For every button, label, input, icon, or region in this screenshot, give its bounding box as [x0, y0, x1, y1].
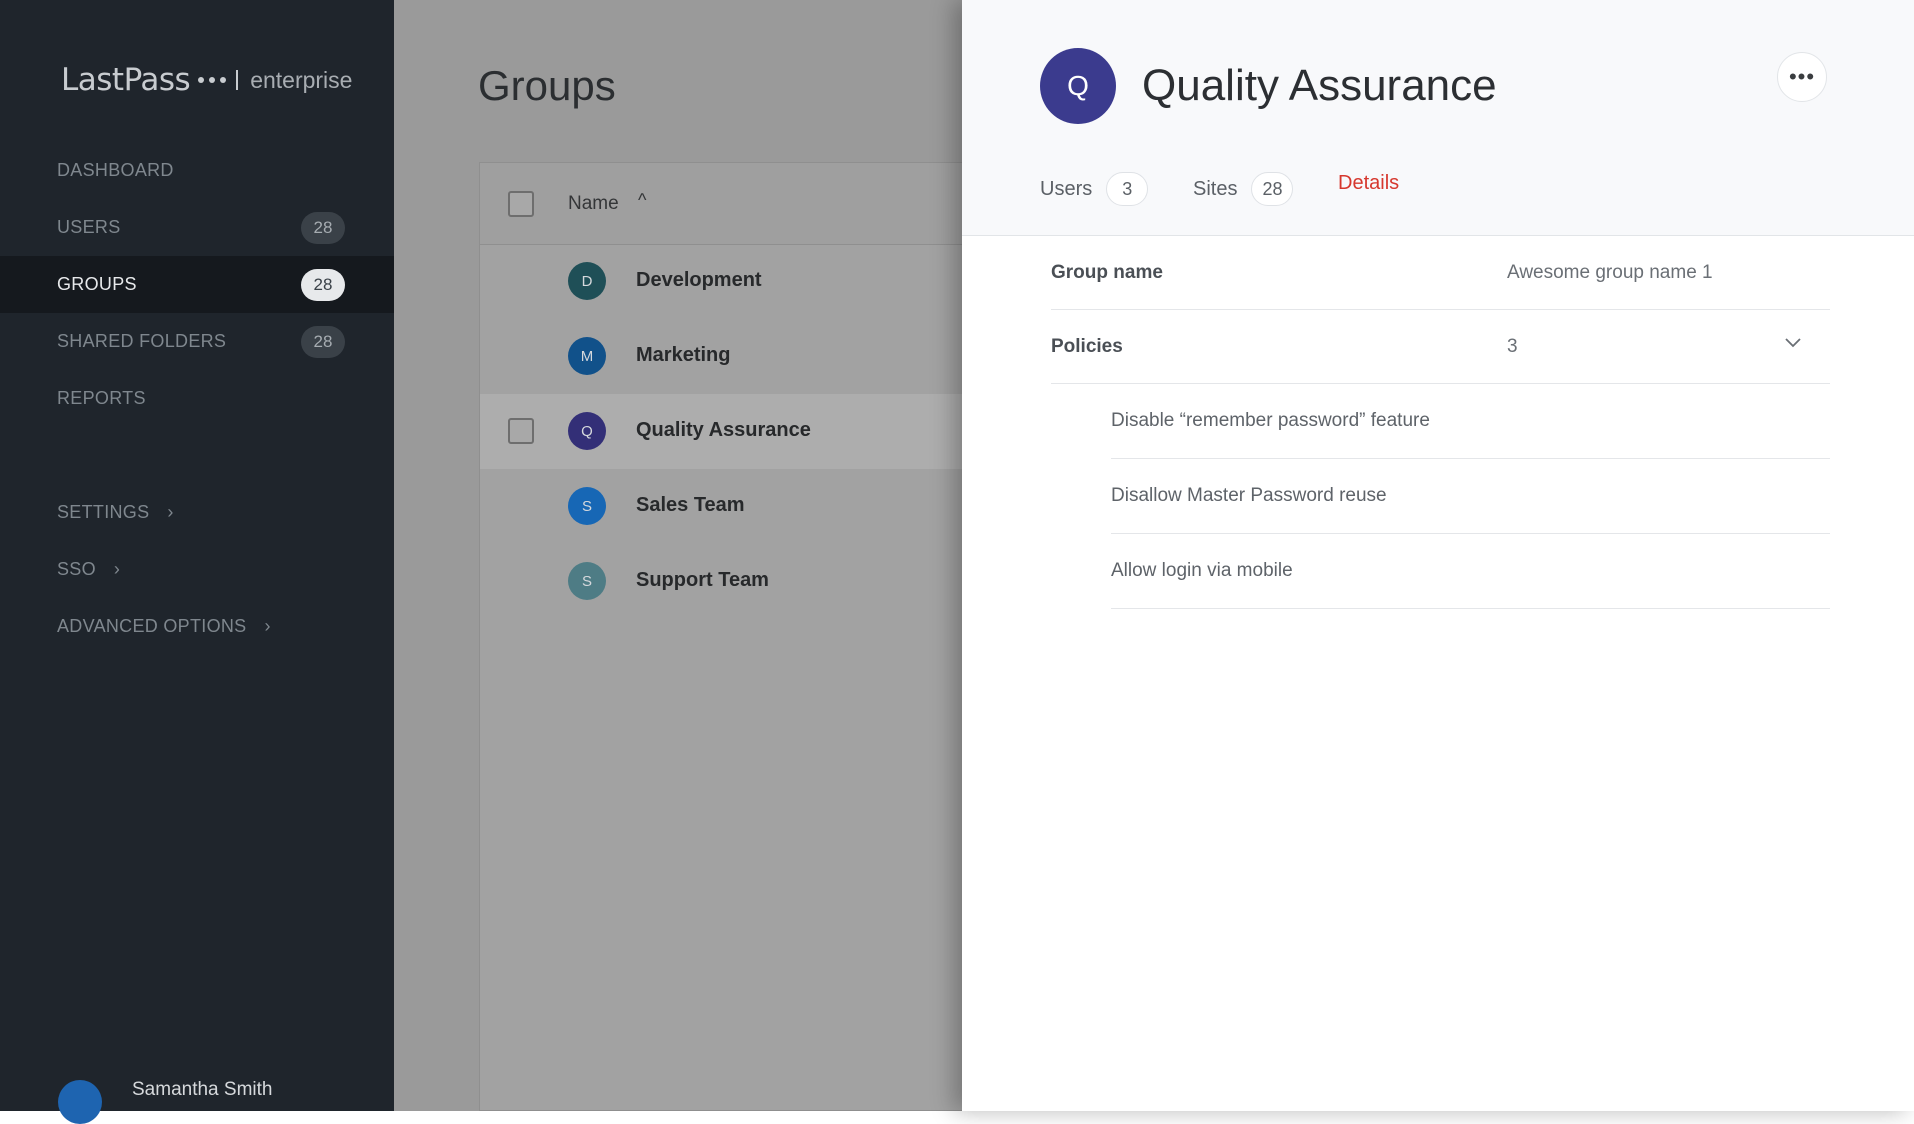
group-name: Marketing	[636, 344, 731, 366]
sidebar-item-label: DASHBOARD	[57, 160, 174, 180]
groups-table: Name ^ D Development M Marketing Q Quali…	[479, 162, 962, 1111]
tab-count-badge: 3	[1106, 172, 1149, 206]
sidebar-item-reports[interactable]: REPORTS	[0, 370, 394, 427]
table-row[interactable]: Q Quality Assurance	[480, 394, 962, 469]
sidebar-item-label: USERS	[57, 217, 121, 237]
group-name: Quality Assurance	[636, 419, 811, 441]
tab-count-badge: 28	[1251, 172, 1294, 206]
group-name-field[interactable]: Group name Awesome group name 1	[1051, 235, 1830, 310]
logo-suffix: enterprise	[250, 66, 353, 93]
group-name: Development	[636, 269, 762, 291]
count-badge: 28	[301, 212, 345, 244]
group-avatar: M	[568, 337, 606, 375]
policy-item: Disallow Master Password reuse	[1111, 458, 1830, 534]
lastpass-logo[interactable]: LastPass enterprise	[61, 60, 352, 100]
sidebar-item-label: GROUPS	[57, 274, 137, 294]
group-details-panel: Q Quality Assurance ••• Users 3 Sites 28…	[962, 0, 1914, 1111]
chevron-right-icon: ›	[167, 502, 174, 522]
sidebar-item-label: ADVANCED OPTIONS	[57, 616, 247, 636]
sidebar-item-label: SETTINGS	[57, 502, 150, 522]
tab-sites[interactable]: Sites 28	[1193, 172, 1294, 206]
more-dots-icon: •••	[1788, 64, 1816, 89]
count-badge: 28	[301, 326, 345, 358]
table-row[interactable]: S Sales Team	[480, 469, 962, 544]
field-label: Group name	[1051, 262, 1163, 283]
tab-details[interactable]: Details	[1338, 172, 1399, 195]
table-header: Name ^	[480, 163, 962, 245]
logo-divider	[236, 70, 239, 90]
user-profile[interactable]: Samantha Smith	[58, 1079, 273, 1124]
sidebar-item-users[interactable]: USERS 28	[0, 199, 394, 256]
logo-text: LastPass	[61, 62, 191, 98]
group-name: Support Team	[636, 569, 769, 591]
group-avatar: D	[568, 262, 606, 300]
more-options-button[interactable]: •••	[1777, 52, 1827, 102]
group-avatar: Q	[1040, 48, 1116, 124]
tab-label: Details	[1338, 172, 1400, 194]
sidebar-item-dashboard[interactable]: DASHBOARD	[0, 142, 394, 199]
sidebar-item-label: REPORTS	[57, 388, 146, 408]
sidebar-item-settings[interactable]: SETTINGS ›	[0, 484, 394, 541]
sort-ascending-icon[interactable]: ^	[638, 190, 646, 211]
sidebar-item-shared-folders[interactable]: SHARED FOLDERS 28	[0, 313, 394, 370]
sidebar: LastPass enterprise DASHBOARD USERS 28 G…	[0, 0, 394, 1124]
policies-field[interactable]: Policies 3	[1051, 309, 1830, 384]
chevron-down-icon[interactable]	[1784, 333, 1802, 354]
table-row[interactable]: M Marketing	[480, 319, 962, 394]
group-name: Sales Team	[636, 494, 745, 516]
sidebar-item-label: SSO	[57, 559, 96, 579]
group-avatar: S	[568, 562, 606, 600]
page-title: Groups	[478, 62, 616, 109]
table-row[interactable]: D Development	[480, 244, 962, 319]
tab-users[interactable]: Users 3	[1040, 172, 1149, 206]
sidebar-item-sso[interactable]: SSO ›	[0, 541, 394, 598]
count-badge: 28	[301, 269, 345, 301]
policy-item: Disable “remember password” feature	[1111, 383, 1830, 459]
column-header-name[interactable]: Name	[568, 193, 619, 215]
policy-label: Disallow Master Password reuse	[1111, 485, 1387, 506]
chevron-right-icon: ›	[113, 559, 120, 579]
row-checkbox[interactable]	[508, 418, 534, 444]
chevron-right-icon: ›	[264, 616, 271, 636]
field-value: Awesome group name 1	[1507, 262, 1713, 283]
main-content: Groups Name ^ D Development M Marketing …	[394, 0, 962, 1111]
select-all-checkbox[interactable]	[508, 191, 534, 217]
panel-header: Q Quality Assurance ••• Users 3 Sites 28…	[962, 0, 1914, 236]
avatar	[58, 1080, 102, 1124]
tab-label: Sites	[1193, 177, 1238, 200]
logo-dots-icon	[198, 77, 227, 83]
policy-label: Disable “remember password” feature	[1111, 410, 1430, 431]
sidebar-item-advanced-options[interactable]: ADVANCED OPTIONS ›	[0, 598, 394, 655]
policy-label: Allow login via mobile	[1111, 560, 1293, 581]
sidebar-item-groups[interactable]: GROUPS 28	[0, 256, 394, 313]
field-label: Policies	[1051, 336, 1123, 357]
policies-count: 3	[1507, 336, 1518, 357]
group-avatar: Q	[568, 412, 606, 450]
policy-item: Allow login via mobile	[1111, 533, 1830, 609]
user-name: Samantha Smith	[132, 1079, 273, 1100]
panel-title: Quality Assurance	[1142, 61, 1497, 110]
sidebar-item-label: SHARED FOLDERS	[57, 331, 227, 351]
tab-label: Users	[1040, 177, 1093, 200]
table-row[interactable]: S Support Team	[480, 544, 962, 619]
group-avatar: S	[568, 487, 606, 525]
